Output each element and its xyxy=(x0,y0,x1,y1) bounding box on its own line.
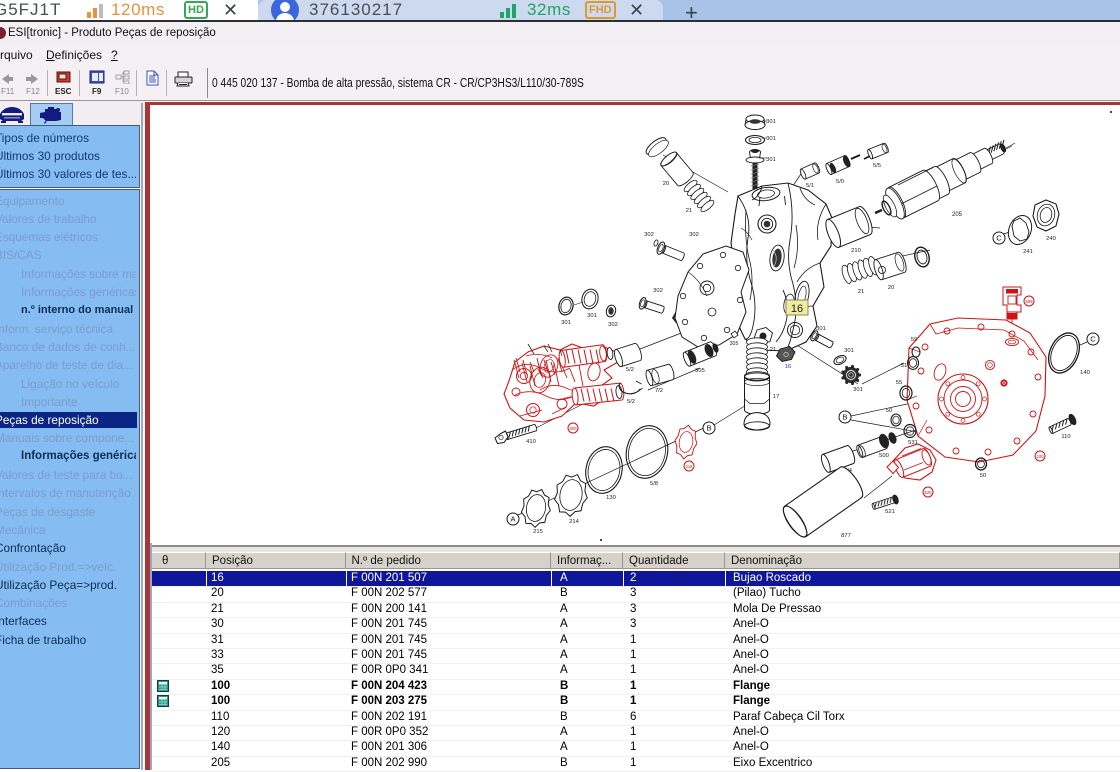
svg-text:302: 302 xyxy=(689,232,699,238)
svg-text:521: 521 xyxy=(885,509,895,515)
svg-text:50: 50 xyxy=(886,408,892,414)
svg-text:500: 500 xyxy=(879,453,889,459)
svg-text:59: 59 xyxy=(911,337,917,343)
svg-text:21: 21 xyxy=(858,289,864,295)
svg-text:5/8: 5/8 xyxy=(650,481,658,487)
svg-text:240: 240 xyxy=(1046,236,1056,242)
svg-text:301: 301 xyxy=(766,136,776,142)
svg-text:C: C xyxy=(1090,335,1096,344)
svg-text:50: 50 xyxy=(980,473,986,479)
svg-text:B: B xyxy=(842,413,847,422)
svg-text:212: 212 xyxy=(686,464,694,469)
svg-text:800: 800 xyxy=(570,426,578,431)
svg-text:55: 55 xyxy=(896,380,902,386)
svg-text:520: 520 xyxy=(925,490,933,495)
svg-text:110: 110 xyxy=(1061,434,1070,440)
svg-text:20: 20 xyxy=(888,285,894,291)
svg-text:140: 140 xyxy=(1080,370,1090,376)
svg-text:5/5: 5/5 xyxy=(873,163,881,169)
svg-text:214: 214 xyxy=(569,519,579,525)
svg-text:302: 302 xyxy=(608,322,618,328)
svg-text:130: 130 xyxy=(606,495,616,501)
svg-text:301: 301 xyxy=(587,313,597,319)
svg-text:215: 215 xyxy=(533,529,543,535)
svg-text:5/2: 5/2 xyxy=(626,367,634,373)
svg-text:21: 21 xyxy=(770,347,776,353)
svg-text:599: 599 xyxy=(1026,299,1034,304)
svg-text:241: 241 xyxy=(1023,249,1033,255)
svg-text:21: 21 xyxy=(686,208,692,214)
svg-text:C: C xyxy=(996,234,1002,243)
svg-text:301: 301 xyxy=(766,157,776,163)
svg-text:5/2: 5/2 xyxy=(627,399,635,405)
svg-text:100: 100 xyxy=(1037,454,1045,459)
svg-text:16: 16 xyxy=(791,303,803,315)
svg-text:301: 301 xyxy=(844,348,854,354)
svg-text:210: 210 xyxy=(851,248,861,254)
svg-text:5/1: 5/1 xyxy=(806,183,814,189)
svg-text:7/2: 7/2 xyxy=(655,388,663,394)
svg-text:301: 301 xyxy=(853,387,863,393)
svg-text:301: 301 xyxy=(816,326,826,332)
svg-text:A: A xyxy=(510,515,515,524)
svg-text:5/0: 5/0 xyxy=(836,179,844,185)
svg-text:51: 51 xyxy=(901,363,907,369)
svg-text:302: 302 xyxy=(644,232,654,238)
svg-text:302: 302 xyxy=(653,288,663,294)
svg-text:20: 20 xyxy=(663,181,669,187)
svg-text:301: 301 xyxy=(561,320,571,326)
svg-text:877: 877 xyxy=(841,533,851,539)
svg-text:305: 305 xyxy=(730,341,739,347)
svg-text:16: 16 xyxy=(785,364,791,370)
svg-text:301: 301 xyxy=(766,119,776,125)
svg-text:205: 205 xyxy=(952,212,963,218)
svg-text:410: 410 xyxy=(526,439,536,445)
svg-text:305: 305 xyxy=(695,368,705,374)
svg-text:17: 17 xyxy=(773,394,779,400)
svg-text:B: B xyxy=(706,424,711,433)
